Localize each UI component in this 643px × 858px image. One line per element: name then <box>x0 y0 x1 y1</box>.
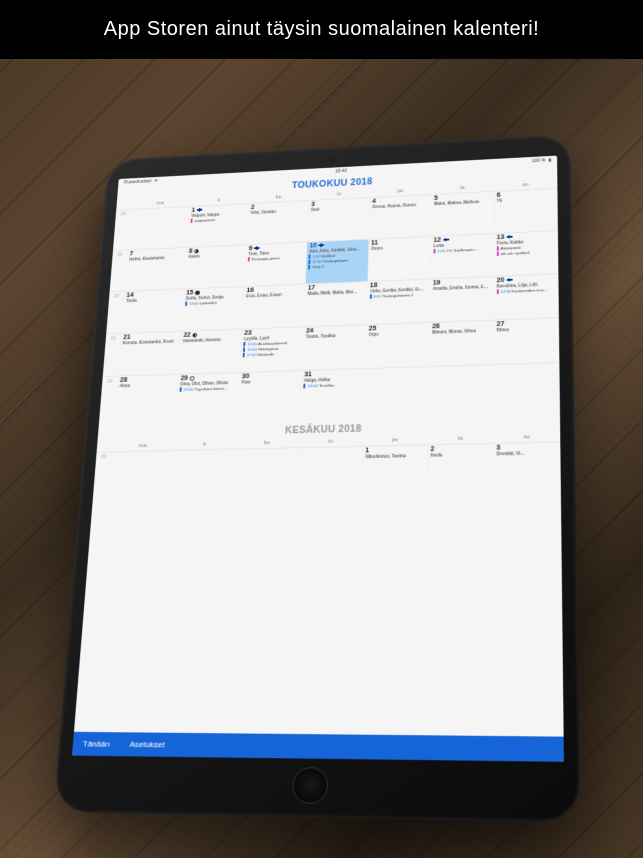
day-cell[interactable]: 12Lotta2:00J.V. Snellmanin… <box>429 233 493 278</box>
event-item[interactable]: 17:00Vantaalla <box>242 351 299 357</box>
name-day-label: Urpo <box>368 330 427 337</box>
day-cell[interactable]: 2Vilvi, Vuokko <box>246 200 308 244</box>
battery-label: 100 % <box>531 158 545 164</box>
day-cell[interactable]: 21Konsta, Konstantin, Kosti <box>117 331 180 376</box>
day-cell[interactable]: 16Essi, Ester, Esteri <box>241 284 304 329</box>
day-cell[interactable]: 23Lyydla, Lyyli12:00Asiakaspalaverit14:0… <box>239 326 303 372</box>
day-cell[interactable]: 31Helga, Helka12:00Testallus <box>299 368 364 414</box>
name-day-label: Riitva <box>496 326 556 333</box>
day-cell[interactable]: 18Uuko, Eerika, Eerikki, Er…8:00Testitap… <box>365 279 429 325</box>
day-cell[interactable]: 30Pasi <box>237 370 302 416</box>
day-cell[interactable]: 20Karoliina, Lilja, Lilli13:00Kaatuneide… <box>493 273 558 319</box>
flag-icon <box>318 244 324 248</box>
flag-icon <box>506 278 512 282</box>
camera-dot <box>329 157 335 162</box>
day-cell[interactable] <box>427 364 493 411</box>
day-cell[interactable]: 5Maini, Malina, Mellssa <box>430 191 493 236</box>
day-cell[interactable] <box>170 449 234 484</box>
moon-icon <box>192 333 197 338</box>
day-cell[interactable]: 11Osmo <box>367 236 431 281</box>
day-cell[interactable]: 28Alma <box>114 374 178 419</box>
day-cell[interactable]: 27Riitva <box>493 317 559 364</box>
name-day-label: Tuula <box>125 296 180 303</box>
event-item[interactable]: 12:00Testallus <box>303 382 362 388</box>
name-day-label: Nikodemus, Teemu <box>365 453 425 459</box>
day-cell[interactable]: 6Yli <box>493 188 557 233</box>
event-item[interactable]: 8:00Testitapahtumo 2 <box>369 292 427 299</box>
event-item[interactable]: 13:00Lääkärikä <box>185 299 241 306</box>
day-cell[interactable]: 3Orvokki, Vi… <box>493 441 560 477</box>
app-screen: iTunesKortteri ᯤ 15:43 100 % ▮ TOUKOKUU … <box>72 156 564 762</box>
day-cell[interactable] <box>297 446 362 482</box>
day-cell[interactable]: 10Aini, Aino, Ainikki, Aino…1:00Untitled… <box>305 239 368 284</box>
clock-label: 15:43 <box>335 169 347 175</box>
day-cell[interactable] <box>493 362 559 409</box>
day-cell[interactable] <box>363 366 428 413</box>
promo-caption: App Storen ainut täysin suomalainen kale… <box>0 0 643 59</box>
moon-icon <box>194 290 199 295</box>
day-cell[interactable]: 1Nikodemus, Teemu <box>361 444 427 480</box>
day-cell[interactable] <box>127 206 189 250</box>
wifi-icon: ᯤ <box>153 179 157 184</box>
day-cell[interactable]: 7Helmi, Kastehelmi <box>124 247 186 291</box>
day-cell[interactable]: 15Sofia, Sohvi, Sonja13:00Lääkärikä <box>180 286 243 331</box>
day-cell[interactable] <box>233 447 298 482</box>
name-day-label: Mimmi, Minna, Vilma <box>432 328 492 335</box>
day-cell[interactable]: 26Mimmi, Minna, Vilma <box>428 320 493 366</box>
name-day-label: Hemminki, Hemmo <box>182 337 239 343</box>
day-cell[interactable]: 9Timi, TimoEurooppa-päivä <box>243 242 306 287</box>
name-day-label: Pasi <box>241 378 299 384</box>
home-button[interactable] <box>291 767 328 804</box>
day-cell[interactable]: 25Urpo <box>364 322 429 368</box>
tablet-frame: iTunesKortteri ᯤ 15:43 100 % ▮ TOUKOKUU … <box>53 134 580 822</box>
bottom-toolbar: Tänään Asetukset <box>72 732 564 762</box>
day-cell[interactable]: 4Roosa, Ruusa, Ruusu <box>368 194 431 239</box>
settings-button[interactable]: Asetukset <box>129 740 165 750</box>
name-day-label: Essi, Ester, Esteri <box>246 292 303 299</box>
day-cell[interactable]: 13Fiora, KukkaÄitienpäivääiti aäi: syntt… <box>493 230 558 276</box>
name-day-label: Orvokki, Vi… <box>496 450 558 456</box>
day-cell[interactable]: 17Maila, Malli, Maila, Mai… <box>303 281 367 326</box>
event-item[interactable]: 22:00Täysikuun koirav… <box>179 386 236 392</box>
day-cell[interactable]: 19Amalia, Emilia, Emma, E… <box>429 276 493 322</box>
flag-icon <box>506 235 512 239</box>
day-cell[interactable]: 29Oiva, Oivi, Oliver, Olivia22:00Täysiku… <box>175 372 239 418</box>
day-cell[interactable]: 22Hemminki, Hemmo <box>178 329 242 374</box>
name-day-label: Tuuka, Tuukka <box>305 332 363 339</box>
moon-icon <box>189 376 194 381</box>
name-day-label: Venla <box>430 452 491 458</box>
flag-icon <box>254 247 260 251</box>
day-cell[interactable]: 1Valpuri, Vappuvappupäivät <box>186 203 248 247</box>
moon-icon <box>194 249 199 254</box>
today-button[interactable]: Tänään <box>82 739 110 749</box>
day-cell[interactable]: 14Tuula <box>120 289 183 333</box>
name-day-label: Maila, Malli, Maila, Mai… <box>307 289 365 296</box>
flag-icon <box>442 238 448 242</box>
day-cell[interactable]: 2Venla <box>426 443 492 479</box>
day-cell[interactable]: 8Heino <box>183 244 246 288</box>
name-day-label: Alma <box>119 382 175 388</box>
name-day-label: Amalia, Emilia, Emma, E… <box>432 284 491 291</box>
day-cell[interactable] <box>108 450 172 485</box>
name-day-label: Konsta, Konstantin, Kosti <box>122 339 178 345</box>
back-app-label: iTunesKortteri <box>123 179 151 185</box>
day-cell[interactable]: 3Outi <box>306 197 369 241</box>
battery-icon: ▮ <box>548 158 551 163</box>
month-grid[interactable]: 181Valpuri, Vappuvappupäivät2Vilvi, Vuok… <box>99 188 560 420</box>
flag-icon <box>196 208 202 212</box>
event-item[interactable]: 13:00Kaatuneiden mui… <box>496 287 556 294</box>
day-cell[interactable]: 24Tuuka, Tuukka <box>301 324 365 370</box>
